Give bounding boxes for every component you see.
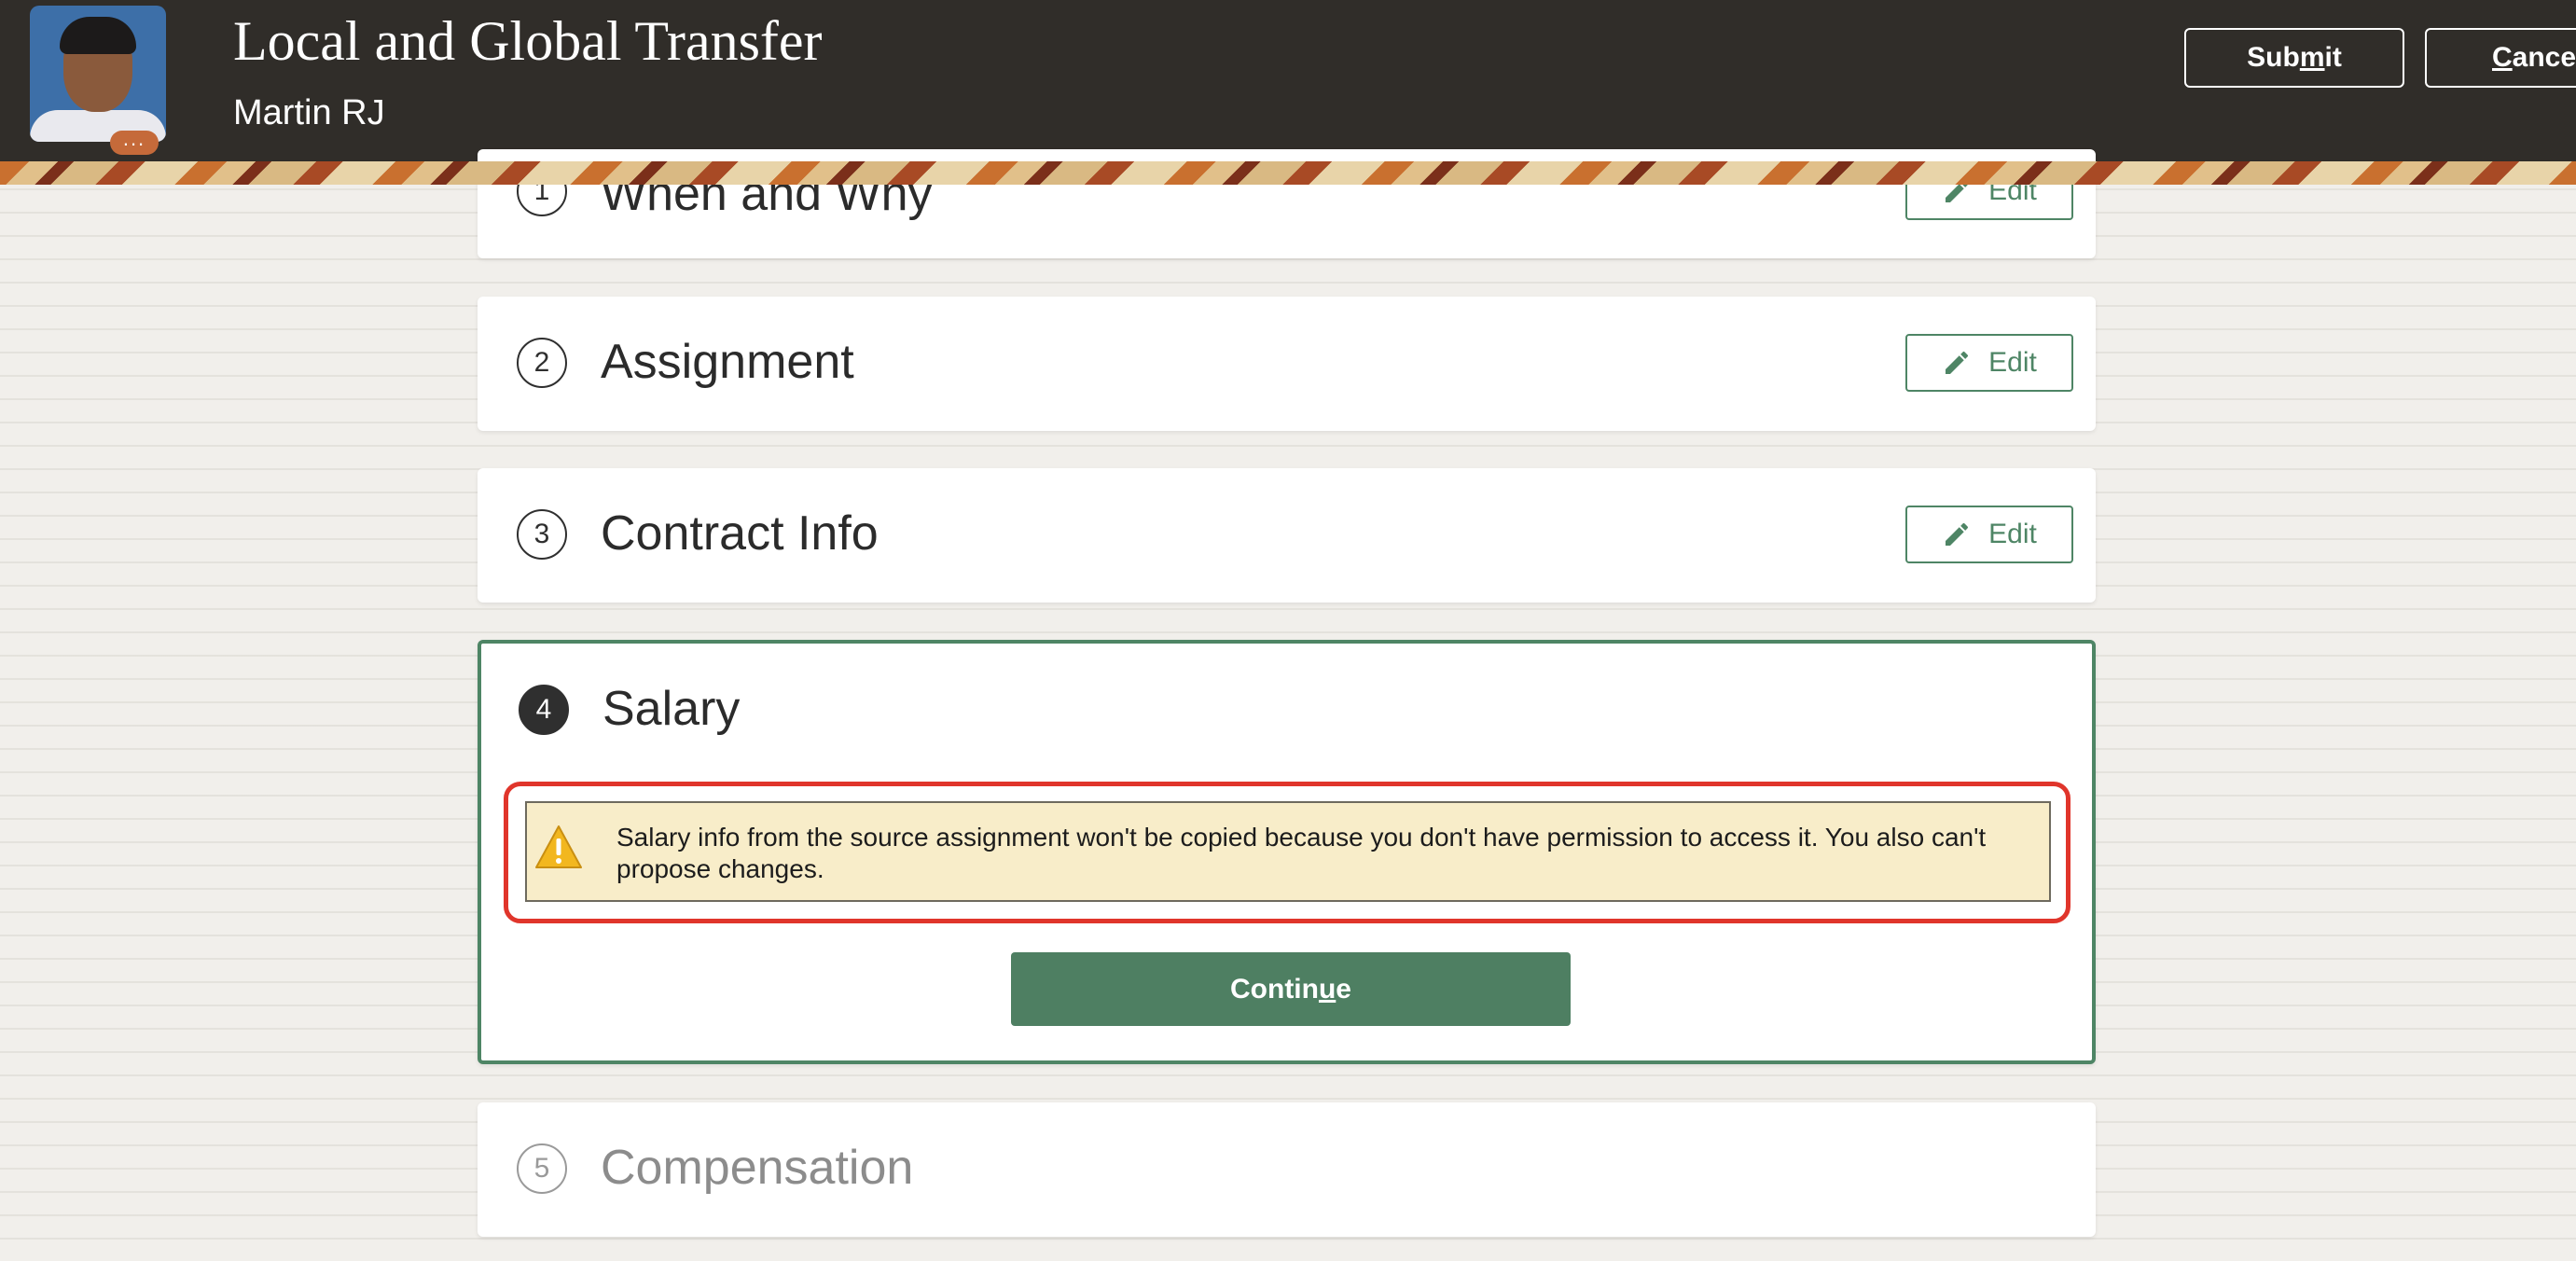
step-number: 2 xyxy=(517,338,567,388)
edit-label: Edit xyxy=(1988,347,2037,378)
step-card-assignment: 2 Assignment Edit xyxy=(478,297,2096,431)
step-card-contract-info: 3 Contract Info Edit xyxy=(478,468,2096,603)
submit-button[interactable]: Sub m it xyxy=(2184,28,2404,88)
step-card-salary: 4 Salary Salary info from the source ass… xyxy=(478,640,2096,1064)
edit-button[interactable]: Edit xyxy=(1905,506,2073,563)
step-title: Contract Info xyxy=(601,506,879,561)
header-banner xyxy=(0,161,2576,185)
step-number: 3 xyxy=(517,509,567,560)
page-title: Local and Global Transfer xyxy=(233,10,823,72)
step-card-compensation: 5 Compensation xyxy=(478,1102,2096,1237)
pencil-icon xyxy=(1946,351,1969,374)
continue-button[interactable]: Contin u e xyxy=(1011,952,1571,1026)
warning-text: Salary info from the source assignment w… xyxy=(616,823,1987,883)
edit-label: Edit xyxy=(1988,519,2037,549)
edit-button[interactable]: Edit xyxy=(1905,334,2073,392)
warning-highlight: Salary info from the source assignment w… xyxy=(504,782,2070,923)
step-title: Compensation xyxy=(601,1141,914,1195)
person-name: Martin RJ xyxy=(233,93,385,132)
step-number: 4 xyxy=(519,685,569,735)
submit-label-accesskey: m xyxy=(2299,42,2325,73)
cancel-label-end: ancel xyxy=(2512,42,2576,73)
submit-label-end: it xyxy=(2324,42,2342,73)
step-title: Salary xyxy=(602,682,741,736)
cancel-label-accesskey: C xyxy=(2492,42,2513,73)
ellipsis-icon[interactable]: ... xyxy=(110,129,159,155)
step-number: 5 xyxy=(517,1143,567,1194)
warning-message: Salary info from the source assignment w… xyxy=(525,801,2051,902)
page-header: ... Local and Global Transfer Martin RJ … xyxy=(0,0,2576,161)
step-title: Assignment xyxy=(601,335,854,389)
pencil-icon xyxy=(1946,522,1969,546)
continue-label-end: e xyxy=(1336,973,1351,1005)
submit-label-start: Sub xyxy=(2247,42,2300,73)
continue-label-accesskey: u xyxy=(1318,973,1336,1005)
warning-triangle-icon xyxy=(535,825,582,868)
avatar[interactable] xyxy=(30,6,166,142)
continue-label-start: Contin xyxy=(1230,973,1319,1005)
cancel-button[interactable]: Cancel xyxy=(2425,28,2576,88)
